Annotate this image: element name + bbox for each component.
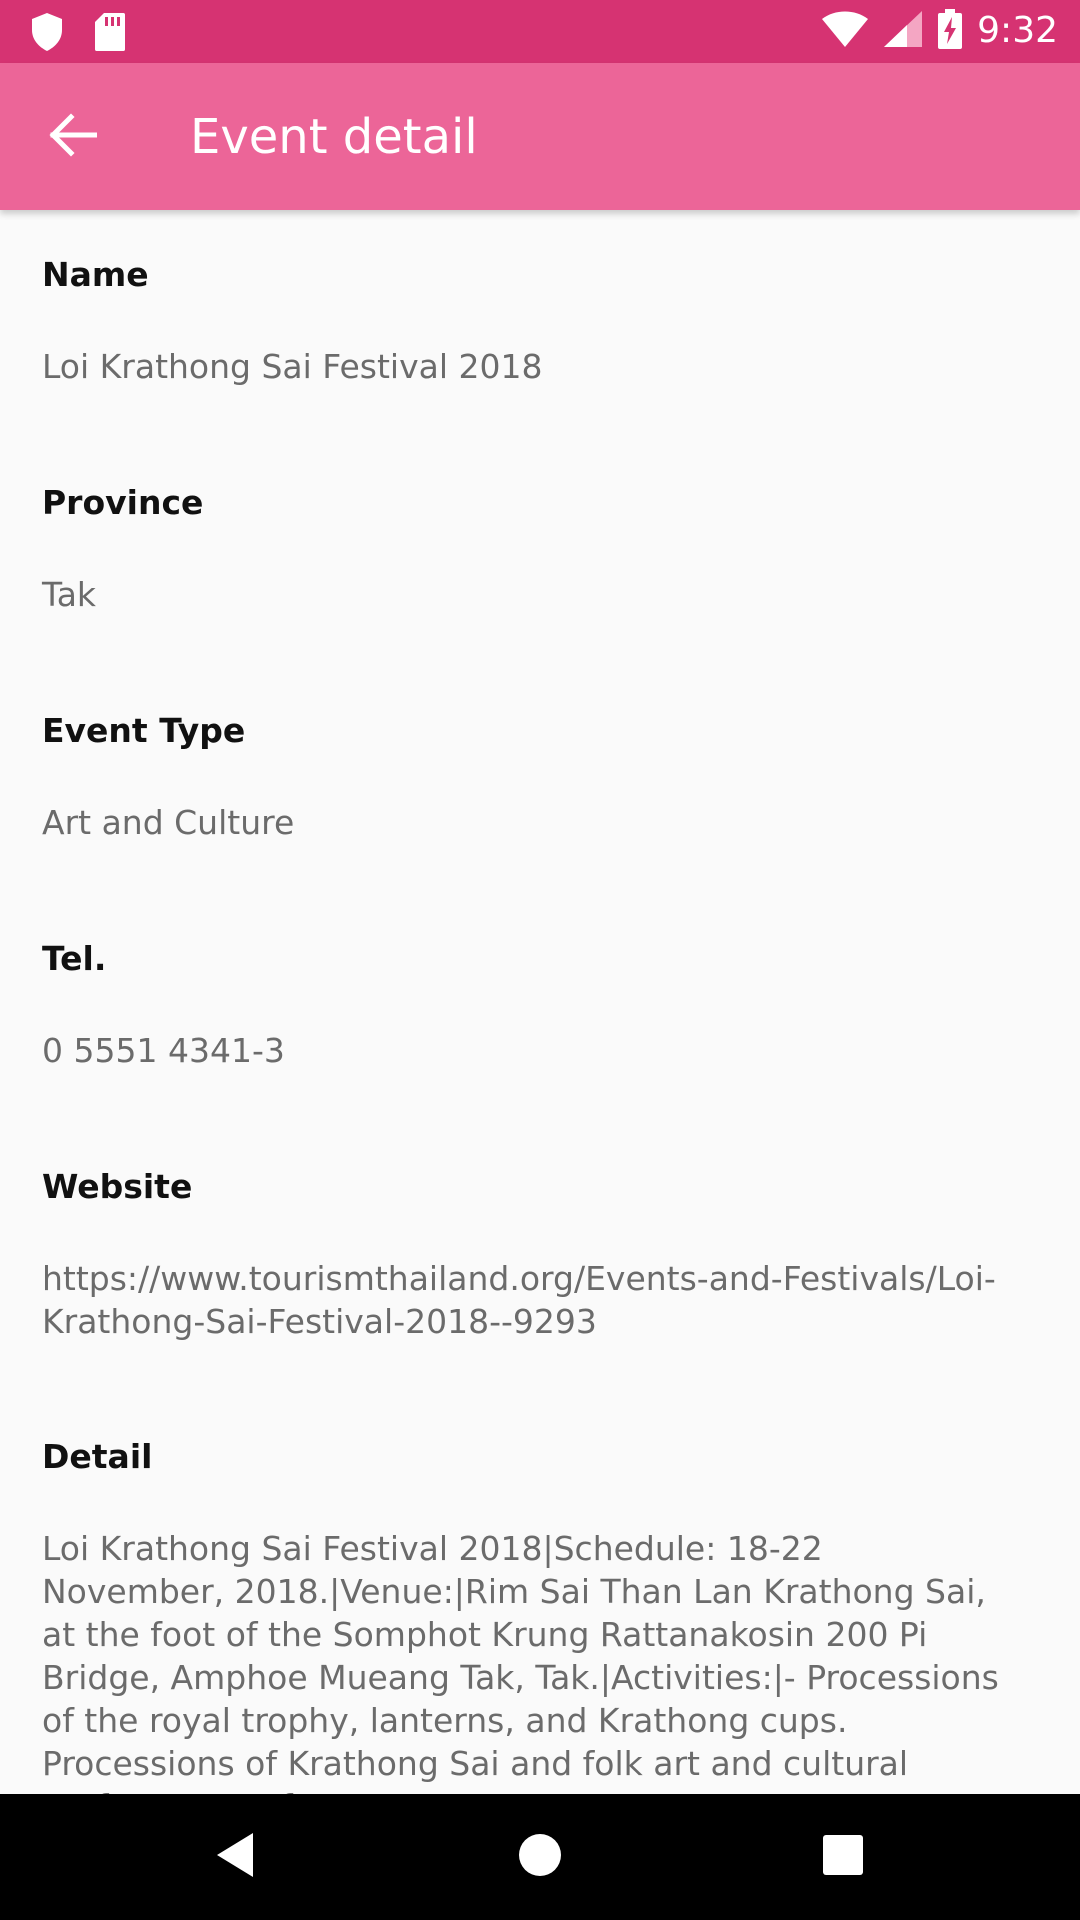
province-label: Province bbox=[42, 483, 204, 522]
app-bar: Event detail bbox=[0, 63, 1080, 210]
status-time: 9:32 bbox=[977, 10, 1058, 51]
detail-label: Detail bbox=[42, 1437, 153, 1476]
province-section: Province Tak bbox=[42, 483, 1012, 616]
cellular-signal-icon bbox=[883, 10, 923, 53]
nav-back-button[interactable] bbox=[200, 1822, 270, 1892]
wifi-icon bbox=[821, 10, 869, 53]
website-link[interactable]: https://www.tourismthailand.org/Events-a… bbox=[42, 1257, 1012, 1343]
name-section: Name Loi Krathong Sai Festival 2018 bbox=[42, 255, 1012, 388]
website-section: Website https://www.tourismthailand.org/… bbox=[42, 1167, 1012, 1343]
nav-home-button[interactable] bbox=[505, 1822, 575, 1892]
status-bar: 9:32 bbox=[0, 0, 1080, 63]
detail-section: Detail Loi Krathong Sai Festival 2018|Sc… bbox=[42, 1437, 1012, 1794]
battery-charging-icon bbox=[937, 8, 963, 54]
home-circle-icon bbox=[518, 1833, 562, 1882]
tel-value[interactable]: 0 5551 4341-3 bbox=[42, 1029, 1012, 1072]
page-title: Event detail bbox=[190, 109, 478, 165]
event-type-section: Event Type Art and Culture bbox=[42, 711, 1012, 844]
event-type-label: Event Type bbox=[42, 711, 246, 750]
province-value: Tak bbox=[42, 575, 97, 614]
shield-icon bbox=[30, 12, 64, 57]
sd-card-icon bbox=[94, 12, 126, 57]
back-triangle-icon bbox=[213, 1831, 257, 1884]
navigation-bar bbox=[0, 1794, 1080, 1920]
tel-label: Tel. bbox=[42, 939, 107, 978]
recents-square-icon bbox=[822, 1834, 864, 1881]
event-detail-content[interactable]: Name Loi Krathong Sai Festival 2018 Prov… bbox=[0, 210, 1080, 1794]
arrow-back-icon bbox=[49, 112, 98, 162]
back-button[interactable] bbox=[34, 103, 112, 171]
nav-recents-button[interactable] bbox=[808, 1822, 878, 1892]
event-type-value: Art and Culture bbox=[42, 803, 295, 842]
name-value: Loi Krathong Sai Festival 2018 bbox=[42, 347, 543, 386]
tel-section: Tel. 0 5551 4341-3 bbox=[42, 939, 1012, 1072]
name-label: Name bbox=[42, 255, 149, 294]
detail-value: Loi Krathong Sai Festival 2018|Schedule:… bbox=[42, 1529, 999, 1794]
website-label: Website bbox=[42, 1167, 193, 1206]
